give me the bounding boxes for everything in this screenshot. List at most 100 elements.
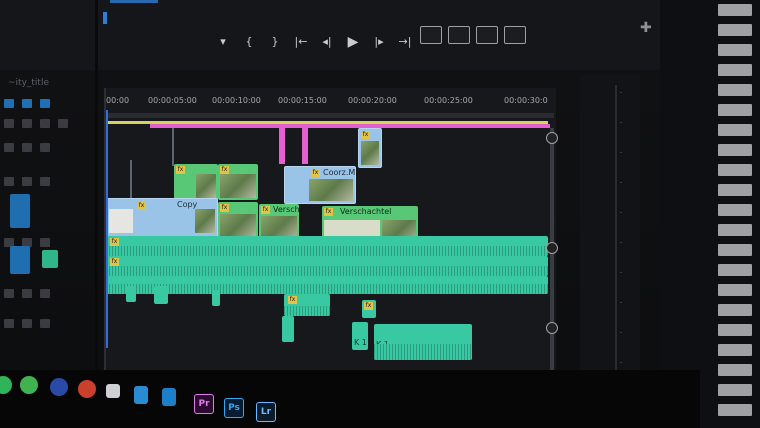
audio-clip-short[interactable]: fx — [362, 300, 376, 318]
voice-over-icon[interactable] — [40, 318, 50, 328]
list-item[interactable] — [718, 244, 752, 256]
solo-icon[interactable] — [40, 288, 50, 298]
audio-clip-a2[interactable]: fx — [106, 256, 548, 276]
audio-clip-k1[interactable]: K 1 — [352, 322, 368, 350]
settings-icon[interactable] — [40, 118, 50, 128]
extract-icon[interactable] — [448, 26, 470, 44]
scroll-handle[interactable] — [546, 242, 558, 254]
list-item[interactable] — [718, 44, 752, 56]
snap-icon[interactable] — [22, 98, 32, 108]
list-item[interactable] — [718, 344, 752, 356]
photoshop-icon[interactable]: Ps — [224, 398, 244, 418]
clip-name: Coorz.MP — [323, 168, 356, 177]
list-item[interactable] — [718, 224, 752, 236]
track-target-a1[interactable] — [42, 250, 58, 268]
playhead-marker-top[interactable] — [103, 12, 107, 24]
whatsapp-icon[interactable] — [20, 376, 38, 394]
list-item[interactable] — [718, 204, 752, 216]
mute-icon[interactable] — [22, 288, 32, 298]
list-item[interactable] — [718, 264, 752, 276]
marker-icon[interactable] — [22, 118, 32, 128]
ruler-bar[interactable] — [104, 113, 554, 118]
toggle-sync-icon[interactable] — [22, 176, 32, 186]
list-item[interactable] — [718, 164, 752, 176]
mark-out-button[interactable]: } — [262, 32, 288, 52]
play-button[interactable]: ▶ — [340, 32, 366, 52]
go-to-in-button[interactable]: |← — [288, 32, 314, 52]
export-frame-icon[interactable] — [476, 26, 498, 44]
browser-icon[interactable] — [50, 378, 68, 396]
add-marker-button[interactable]: ▾ — [210, 32, 236, 52]
scroll-handle-top[interactable] — [546, 132, 558, 144]
adjustment-marker[interactable] — [302, 128, 308, 164]
lightroom-icon[interactable]: Lr — [256, 402, 276, 422]
list-item[interactable] — [718, 364, 752, 376]
wrench-icon[interactable] — [58, 118, 68, 128]
time-ruler[interactable]: 00:00 00:00:05:00 00:00:10:00 00:00:15:0… — [104, 96, 554, 112]
mute-icon[interactable] — [22, 318, 32, 328]
list-item[interactable] — [718, 64, 752, 76]
audio-clip-a1[interactable]: fx — [106, 236, 548, 256]
adjustment-marker[interactable] — [279, 128, 285, 164]
spotify-icon[interactable] — [0, 376, 12, 394]
list-item[interactable] — [718, 284, 752, 296]
list-item[interactable] — [718, 124, 752, 136]
lock-icon[interactable] — [4, 176, 14, 186]
source-patch-a1[interactable] — [10, 246, 30, 274]
audio-clip-short[interactable] — [282, 316, 294, 342]
scroll-handle[interactable] — [546, 322, 558, 334]
button-editor-icon[interactable]: ✚ — [640, 20, 652, 36]
track-header-row — [4, 96, 50, 110]
video-clip-v3[interactable]: fx — [358, 128, 382, 168]
audio-clip-k1-long[interactable]: K 1 — [374, 324, 472, 360]
linked-icon[interactable] — [40, 98, 50, 108]
audio-clip-a4[interactable]: fx — [284, 294, 330, 316]
go-to-out-button[interactable]: →| — [392, 32, 418, 52]
target-icon[interactable] — [4, 98, 14, 108]
timecode-label: 00:00:15:00 — [278, 96, 327, 105]
lock-icon[interactable] — [4, 318, 14, 328]
list-item[interactable] — [718, 404, 752, 416]
audio-clip-a3[interactable] — [106, 276, 548, 294]
source-patch-v1[interactable] — [10, 194, 30, 228]
nested-clip-v1[interactable]: fx — [218, 202, 258, 240]
sequence-label: ~ity_title — [8, 78, 49, 88]
eye-icon[interactable] — [40, 176, 50, 186]
list-item[interactable] — [718, 84, 752, 96]
eye-icon[interactable] — [40, 142, 50, 152]
files-icon[interactable] — [106, 384, 120, 398]
list-item[interactable] — [718, 104, 752, 116]
list-item[interactable] — [718, 24, 752, 36]
nested-clip-v2[interactable]: fx — [218, 164, 258, 200]
audio-clip-short[interactable] — [212, 290, 220, 306]
lock-icon[interactable] — [4, 118, 14, 128]
monitor-tools — [420, 26, 526, 44]
toggle-sync-icon[interactable] — [22, 142, 32, 152]
solo-icon[interactable] — [40, 237, 50, 247]
audio-clip-short[interactable] — [126, 286, 136, 302]
list-item[interactable] — [718, 144, 752, 156]
list-item[interactable] — [718, 324, 752, 336]
video-clip-coorz[interactable]: fx Coorz.MP — [284, 166, 356, 204]
audio-clip-short[interactable] — [154, 286, 168, 304]
playhead[interactable] — [106, 110, 108, 348]
comparison-view-icon[interactable] — [504, 26, 526, 44]
chrome-icon[interactable] — [78, 380, 96, 398]
mark-in-button[interactable]: { — [236, 32, 262, 52]
lock-icon[interactable] — [4, 288, 14, 298]
list-item[interactable] — [718, 4, 752, 16]
list-item[interactable] — [718, 304, 752, 316]
audio-meter: - - - - - - - - - - — [580, 75, 640, 395]
dropbox-icon[interactable] — [134, 386, 148, 404]
lock-icon[interactable] — [4, 142, 14, 152]
step-forward-button[interactable]: |▸ — [366, 32, 392, 52]
premiere-icon[interactable]: Pr — [194, 394, 214, 414]
video-clip-copy[interactable]: fx Copy — [106, 198, 218, 238]
nested-clip-v2[interactable]: fx — [174, 164, 218, 200]
step-back-button[interactable]: ◂| — [314, 32, 340, 52]
lift-icon[interactable] — [420, 26, 442, 44]
app-icon[interactable] — [162, 388, 176, 406]
list-item[interactable] — [718, 384, 752, 396]
list-item[interactable] — [718, 184, 752, 196]
render-bar — [150, 124, 550, 128]
